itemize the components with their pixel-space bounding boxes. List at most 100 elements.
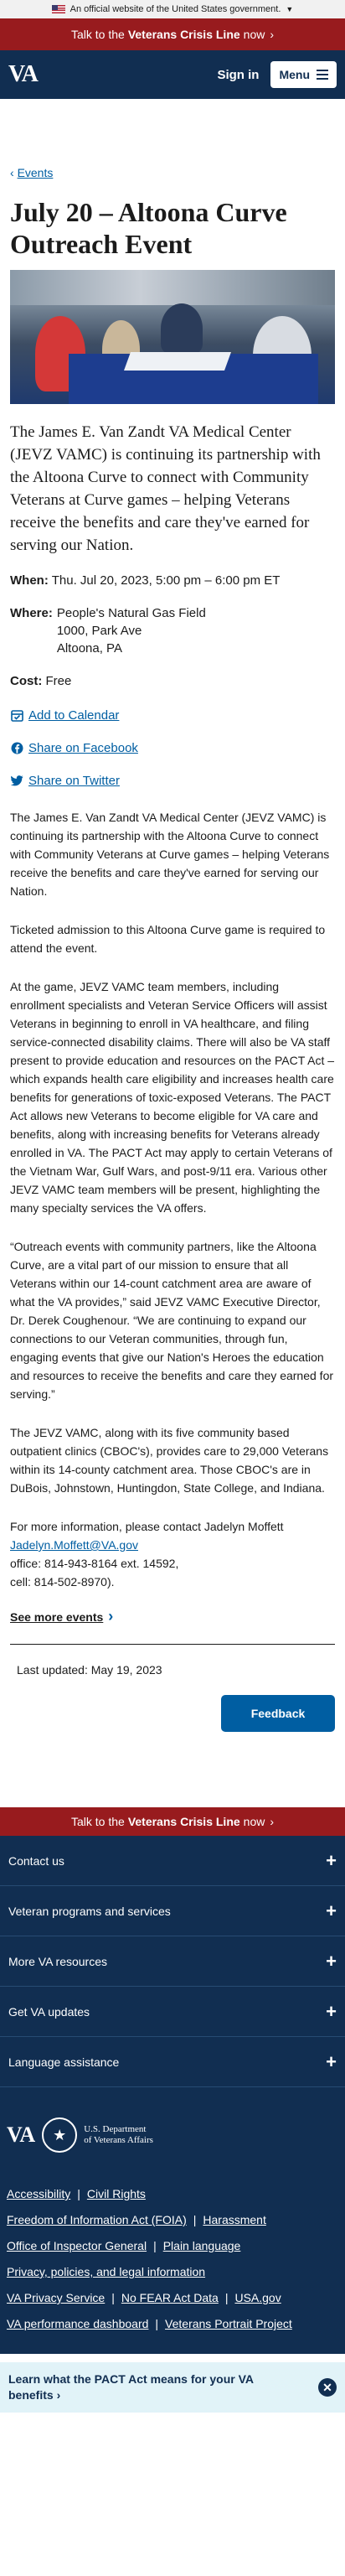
crisis-line-name: Veterans Crisis Line (127, 28, 240, 41)
when-label: When: (10, 573, 49, 588)
pact-act-banner: Learn what the PACT Act means for your V… (0, 2362, 345, 2413)
body-paragraph: At the game, JEVZ VAMC team members, inc… (10, 980, 335, 1215)
close-icon[interactable]: ✕ (318, 2378, 337, 2397)
body-paragraph: Ticketed admission to this Altoona Curve… (10, 923, 326, 955)
add-to-calendar-label: Add to Calendar (28, 708, 120, 723)
event-cost: Cost: Free (10, 672, 335, 690)
footer-accordion-more-resources[interactable]: More VA resources + (0, 1936, 345, 1987)
footer-logo-text: VA (7, 2122, 36, 2147)
contact-cell: cell: 814-502-8970). (10, 1575, 115, 1589)
footer-link-civil-rights[interactable]: Civil Rights (87, 2181, 146, 2207)
crisis-line-name: Veterans Crisis Line (127, 1815, 240, 1828)
footer-accordion-language-assistance[interactable]: Language assistance + (0, 2037, 345, 2087)
plus-icon: + (326, 2000, 337, 2022)
crisis-prefix: Talk to the (70, 1815, 125, 1828)
event-when: When: Thu. Jul 20, 2023, 5:00 pm – 6:00 … (10, 572, 335, 589)
event-photo (10, 270, 335, 404)
footer-link-va-privacy-service[interactable]: VA Privacy Service (7, 2285, 105, 2311)
gov-banner-text: An official website of the United States… (70, 4, 281, 14)
facebook-icon (10, 742, 23, 755)
contact-intro: For more information, please contact Jad… (10, 1520, 284, 1533)
chevron-right-icon: › (56, 2388, 61, 2402)
footer-accordion-contact-us[interactable]: Contact us + (0, 1836, 345, 1886)
body-paragraph: The James E. Van Zandt VA Medical Center… (10, 811, 330, 898)
crisis-suffix: now (243, 1815, 265, 1828)
footer-accordion-veteran-programs[interactable]: Veteran programs and services + (0, 1886, 345, 1936)
crisis-prefix: Talk to the (70, 28, 125, 41)
separator: | (224, 2291, 229, 2304)
page-title: July 20 – Altoona Curve Outreach Event (10, 197, 287, 259)
va-logo[interactable]: VA (8, 61, 39, 88)
event-where: Where: People's Natural Gas Field 1000, … (10, 604, 335, 657)
where-line: People's Natural Gas Field (56, 606, 206, 620)
twitter-icon (10, 775, 23, 788)
dept-line-2: of Veterans Affairs (84, 2135, 153, 2145)
footer-link-foia[interactable]: Freedom of Information Act (FOIA) (7, 2207, 187, 2233)
share-facebook-label: Share on Facebook (28, 741, 138, 755)
footer-link-portrait-project[interactable]: Veterans Portrait Project (165, 2311, 292, 2337)
footer-link-accessibility[interactable]: Accessibility (7, 2181, 70, 2207)
see-more-events-link[interactable]: See more events › (10, 1608, 335, 1625)
sign-in-link[interactable]: Sign in (217, 68, 259, 82)
share-facebook-link[interactable]: Share on Facebook (10, 741, 335, 755)
where-label: Where: (10, 606, 53, 620)
plus-icon: + (326, 1849, 337, 1871)
chevron-down-icon: ▼ (286, 5, 294, 13)
plus-icon: + (326, 2050, 337, 2072)
menu-label: Menu (279, 68, 310, 81)
share-twitter-link[interactable]: Share on Twitter (10, 774, 335, 788)
intro-paragraph: The James E. Van Zandt VA Medical Center… (10, 423, 321, 554)
site-footer: Contact us + Veteran programs and servic… (0, 1836, 345, 2354)
when-value: Thu. Jul 20, 2023, 5:00 pm – 6:00 pm ET (51, 573, 281, 588)
separator: | (153, 2239, 157, 2252)
divider (10, 1644, 335, 1645)
see-more-label: See more events (10, 1609, 104, 1624)
plus-icon: + (326, 1950, 337, 1972)
separator: | (77, 2187, 80, 2200)
footer-link-no-fear[interactable]: No FEAR Act Data (121, 2285, 219, 2311)
separator: | (193, 2213, 197, 2226)
pact-act-label: Learn what the PACT Act means for your V… (8, 2372, 254, 2402)
gov-banner[interactable]: An official website of the United States… (0, 0, 345, 18)
cost-label: Cost: (10, 674, 43, 688)
footer-link-plain-language[interactable]: Plain language (163, 2233, 241, 2259)
contact-email-link[interactable]: Jadelyn.Moffett@VA.gov (10, 1538, 138, 1552)
accordion-label: Get VA updates (8, 2004, 90, 2019)
va-seal-icon: ★ (42, 2117, 78, 2153)
footer-link-usa-gov[interactable]: USA.gov (234, 2285, 281, 2311)
body-paragraph: The JEVZ VAMC, along with its five commu… (10, 1426, 329, 1495)
footer-va-logo[interactable]: VA ★ U.S. Department of Veterans Affairs (7, 2117, 338, 2153)
breadcrumb-events-link[interactable]: Events (18, 166, 54, 179)
pact-act-link[interactable]: Learn what the PACT Act means for your V… (8, 2371, 285, 2403)
footer-link-harassment[interactable]: Harassment (203, 2207, 265, 2233)
chevron-right-icon: › (108, 1608, 114, 1625)
main-content: ‹ Events July 20 – Altoona Curve Outreac… (0, 166, 345, 1732)
calendar-icon (10, 709, 23, 723)
dept-line-1: U.S. Department (84, 2124, 147, 2134)
add-to-calendar-link[interactable]: Add to Calendar (10, 708, 335, 723)
footer-accordion-get-updates[interactable]: Get VA updates + (0, 1987, 345, 2037)
footer-link-privacy[interactable]: Privacy, policies, and legal information (7, 2259, 205, 2285)
plus-icon: + (326, 1900, 337, 1921)
chevron-right-icon: › (270, 1815, 275, 1828)
contact-block: For more information, please contact Jad… (10, 1517, 335, 1591)
separator: | (111, 2291, 115, 2304)
where-line: Altoona, PA (56, 641, 122, 656)
back-chevron-icon: ‹ (10, 166, 18, 179)
site-header: VA Sign in Menu (0, 50, 345, 99)
footer-link-performance-dashboard[interactable]: VA performance dashboard (7, 2311, 148, 2337)
chevron-right-icon: › (270, 28, 275, 41)
footer-link-oig[interactable]: Office of Inspector General (7, 2233, 147, 2259)
where-line: 1000, Park Ave (56, 624, 142, 638)
hamburger-icon (317, 70, 328, 80)
crisis-suffix: now (243, 28, 265, 41)
separator: | (155, 2317, 159, 2330)
menu-button[interactable]: Menu (270, 61, 337, 88)
accordion-label: Contact us (8, 1853, 64, 1868)
feedback-button[interactable]: Feedback (221, 1695, 335, 1732)
breadcrumb: ‹ Events (10, 166, 335, 179)
department-name: U.S. Department of Veterans Affairs (84, 2124, 153, 2146)
crisis-line-bar[interactable]: Talk to the Veterans Crisis Line now › (0, 18, 345, 50)
footer-crisis-line-bar[interactable]: Talk to the Veterans Crisis Line now › (0, 1807, 345, 1836)
accordion-label: Veteran programs and services (8, 1904, 171, 1918)
